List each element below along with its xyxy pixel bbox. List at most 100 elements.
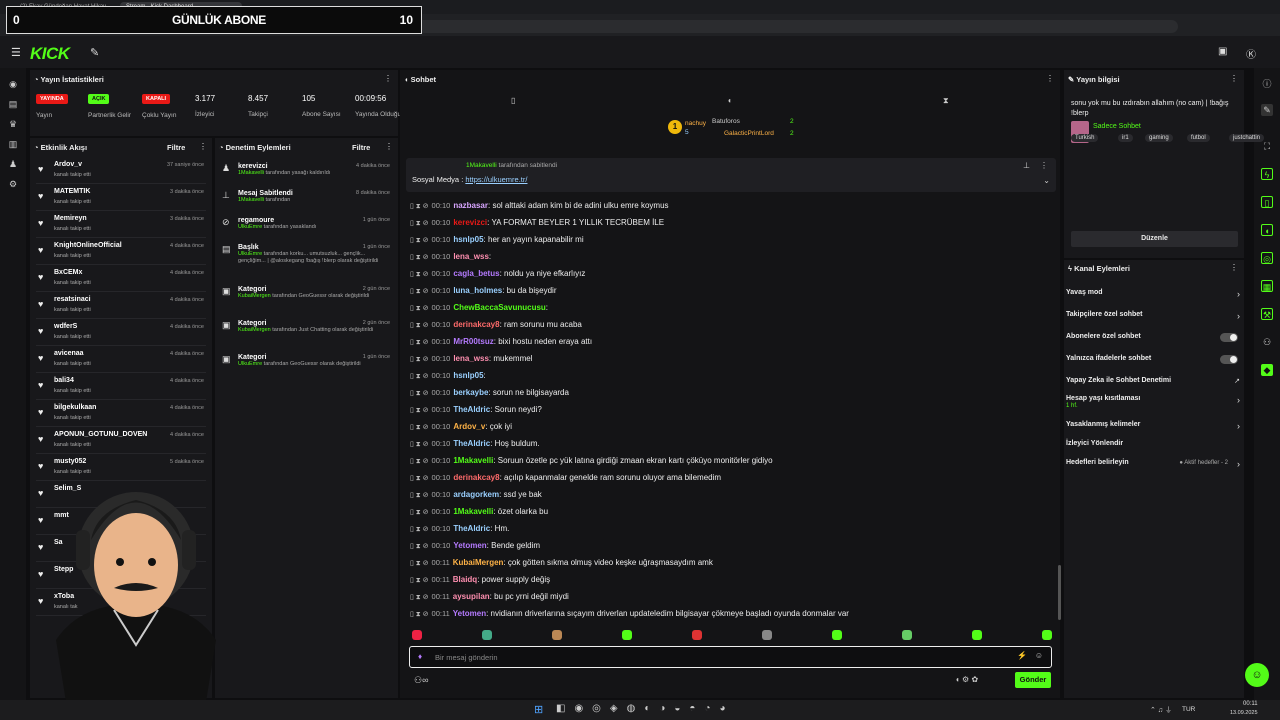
message-username[interactable]: KubaiMergen: [453, 558, 504, 567]
emote-icon[interactable]: [552, 630, 562, 640]
moderator-name[interactable]: 1Makavelli: [238, 170, 264, 176]
mod-action-icons[interactable]: ▯ ⧗ ⊘: [410, 526, 429, 533]
clock-date[interactable]: 13.09.2025: [1230, 710, 1258, 716]
more-icon[interactable]: ⋮: [1230, 74, 1238, 83]
mod-action-icons[interactable]: ▯ ⧗ ⊘: [410, 390, 429, 397]
mod-action-icons[interactable]: ▯ ⧗ ⊘: [410, 611, 429, 618]
more-icon[interactable]: ⋮: [199, 142, 207, 151]
windows-start-icon[interactable]: ⊞: [534, 703, 543, 716]
chat-message[interactable]: ▯ ⧗ ⊘ 00:10 kerevizci: YA FORMAT BEYLER 1 …: [410, 218, 1055, 235]
mic-icon[interactable]: ♦: [418, 652, 422, 661]
info-icon[interactable]: ⓘ: [1261, 78, 1273, 90]
activity-username[interactable]: musty052: [54, 458, 86, 465]
mod-action-icons[interactable]: ▯ ⧗ ⊘: [410, 356, 429, 363]
menu-icon[interactable]: ☰: [11, 46, 21, 59]
trash-icon[interactable]: ▯: [1261, 196, 1273, 208]
stream-icon[interactable]: ◉: [7, 78, 19, 90]
chat-message[interactable]: ▯ ⧗ ⊘ 00:10 hsnlp05:: [410, 371, 1055, 388]
taskbar-apps[interactable]: ◧◉◎◈◍◐◑◒◓◔◕: [556, 703, 735, 714]
emote-icon[interactable]: [762, 630, 772, 640]
activity-item[interactable]: ♥ bali34 kanalı takip etti 4 dakika önce: [36, 374, 206, 400]
mod-action-icons[interactable]: ▯ ⧗ ⊘: [410, 271, 429, 278]
chat-message[interactable]: ▯ ⧗ ⊘ 00:10 cagla_betus: noldu ya niye efk…: [410, 269, 1055, 286]
mod-action-icons[interactable]: ▯ ⧗ ⊘: [410, 424, 429, 431]
message-username[interactable]: Ardov_v: [453, 422, 485, 431]
trophy-icon[interactable]: ♛: [7, 118, 19, 130]
channel-action-item[interactable]: Abonelere özel sohbet: [1066, 333, 1242, 355]
tag-chip[interactable]: gaming: [1145, 134, 1173, 142]
edit-info-button[interactable]: Düzenle: [1071, 231, 1238, 247]
more-icon[interactable]: ⋮: [1046, 74, 1054, 83]
top-user-name[interactable]: nachuy: [685, 120, 706, 127]
pinned-link[interactable]: https://ulkuemre.tr/: [465, 175, 527, 184]
more-icon[interactable]: ⋮: [384, 74, 392, 83]
chat-message[interactable]: ▯ ⧗ ⊘ 00:10 TheAldric: Hm.: [410, 524, 1055, 541]
message-username[interactable]: ardagorkem: [453, 490, 499, 499]
mod-action-icons[interactable]: ▯ ⧗ ⊘: [410, 577, 429, 584]
chat-message[interactable]: ▯ ⧗ ⊘ 00:10 lena_wss: mukemmel: [410, 354, 1055, 371]
share-icon[interactable]: ⚇: [1261, 336, 1273, 348]
activity-item[interactable]: ♥ resatsinaci kanalı takip etti 4 dakika ön…: [36, 293, 206, 319]
chat-message[interactable]: ▯ ⧗ ⊘ 00:10 TheAldric: Sorun neydi?: [410, 405, 1055, 422]
activity-username[interactable]: APONUN_GOTUNU_DOVEN: [54, 431, 147, 438]
tag-chip[interactable]: Turkish: [1071, 134, 1099, 142]
chat-message[interactable]: ▯ ⧗ ⊘ 00:10 TheAldric: Hoş buldum.: [410, 439, 1055, 456]
channel-action-item[interactable]: Hedefleri belirleyin ● Aktif hedefler - 2…: [1066, 459, 1242, 481]
mod-action-icons[interactable]: ▯ ⧗ ⊘: [410, 288, 429, 295]
expand-icon[interactable]: ⛶: [1261, 140, 1273, 152]
top-user-name[interactable]: GalacticPrintLord: [724, 130, 774, 137]
moderation-item[interactable]: ▣ Kategori KubaiMergen tarafından GeoGuess…: [222, 286, 390, 300]
activity-item[interactable]: ♥ wdferS kanalı takip etti 4 dakika önce: [36, 320, 206, 346]
top-user-name[interactable]: Batuforos: [712, 118, 740, 125]
activity-username[interactable]: wdferS: [54, 323, 77, 330]
more-icon[interactable]: ⋮: [1040, 161, 1048, 170]
mod-action-icons[interactable]: ▯ ⧗ ⊘: [410, 407, 429, 414]
mod-action-icons[interactable]: ▯ ⧗ ⊘: [410, 560, 429, 567]
mod-action-icons[interactable]: ▯ ⧗ ⊘: [410, 203, 429, 210]
chat-message[interactable]: ▯ ⧗ ⊘ 00:11 Yetomen: nvidianın driverların…: [410, 609, 1055, 626]
message-username[interactable]: derinakcay8: [453, 320, 499, 329]
mod-action-icons[interactable]: ▯ ⧗ ⊘: [410, 543, 429, 550]
mod-action-icons[interactable]: ▯ ⧗ ⊘: [410, 254, 429, 261]
message-username[interactable]: luna_holmes: [453, 286, 502, 295]
chat-bubble-icon[interactable]: ◖: [727, 96, 732, 105]
moderator-name[interactable]: 1Makavelli: [238, 197, 264, 203]
points-icon[interactable]: ⚇∞: [414, 675, 428, 686]
flash-icon[interactable]: ϟ: [1261, 168, 1273, 180]
smile-icon[interactable]: ☺: [1035, 651, 1043, 660]
moderator-name[interactable]: KubaiMergen: [238, 327, 271, 333]
chat-message[interactable]: ▯ ⧗ ⊘ 00:10 luna_holmes: bu da bişeydir: [410, 286, 1055, 303]
message-username[interactable]: ChewBaccaSavunucusu: [453, 303, 545, 312]
channel-action-item[interactable]: Yavaş mod ›: [1066, 289, 1242, 311]
chevron-down-icon[interactable]: ⌄: [1043, 176, 1050, 185]
external-link-icon[interactable]: ↗: [1234, 377, 1240, 385]
send-button[interactable]: Gönder: [1015, 672, 1051, 688]
chat-message[interactable]: ▯ ⧗ ⊘ 00:10 derinakcay8: açılıp kapanmalar…: [410, 473, 1055, 490]
wrench-icon[interactable]: ⚒: [1261, 308, 1273, 320]
chat-message[interactable]: ▯ ⧗ ⊘ 00:10 Ardov_v: çok iyi: [410, 422, 1055, 439]
chat-message[interactable]: ▯ ⧗ ⊘ 00:10 berkaybe: sorun ne bilgisayard…: [410, 388, 1055, 405]
message-username[interactable]: lena_wss: [453, 354, 489, 363]
edit-icon[interactable]: ✎: [1261, 104, 1273, 116]
chat-scrollbar[interactable]: [1058, 565, 1061, 620]
activity-username[interactable]: MATEMTIK: [54, 188, 90, 195]
chat-input[interactable]: ♦ Bir mesaj gönderin ⚡ ☺: [409, 646, 1052, 668]
channel-action-item[interactable]: Yalnızca ifadelerle sohbet: [1066, 355, 1242, 377]
activity-item[interactable]: ♥ bilgekulkaan kanalı takip etti 4 dakika ö…: [36, 401, 206, 427]
emote-icon[interactable]: [692, 630, 702, 640]
moderation-item[interactable]: ▣ Kategori KubaiMergen tarafından Just Cha…: [222, 320, 390, 334]
moderation-item[interactable]: ♟ kerevizci 1Makavelli tarafından yasağı k…: [222, 163, 390, 177]
mod-action-icons[interactable]: ▯ ⧗ ⊘: [410, 322, 429, 329]
dashboard-icon[interactable]: ▣: [1218, 46, 1227, 57]
channel-action-item[interactable]: Takipçilere özel sohbet ›: [1066, 311, 1242, 333]
chart-icon[interactable]: ▥: [7, 138, 19, 150]
activity-filter-button[interactable]: Filtre: [167, 143, 185, 152]
activity-item[interactable]: ♥ MATEMTIK kanalı takip etti 3 dakika önce: [36, 185, 206, 211]
message-username[interactable]: Yetomen: [453, 541, 486, 550]
message-username[interactable]: TheAldric: [453, 524, 490, 533]
tag-chip[interactable]: justchattin: [1229, 134, 1265, 142]
message-username[interactable]: kerevizci: [453, 218, 487, 227]
emote-icon[interactable]: [482, 630, 492, 640]
chevron-right-icon[interactable]: ›: [1237, 395, 1240, 405]
mod-action-icons[interactable]: ▯ ⧗ ⊘: [410, 475, 429, 482]
